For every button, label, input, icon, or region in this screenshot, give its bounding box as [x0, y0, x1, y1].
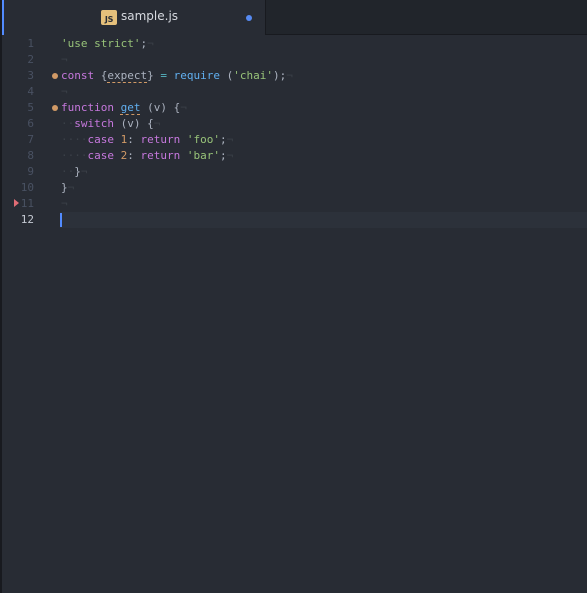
code-token: ( — [219, 69, 234, 82]
code-line[interactable]: 7 ····case 1: return 'foo';¬ — [2, 132, 587, 148]
code-text[interactable]: }¬ — [61, 180, 74, 196]
modified-indicator-icon[interactable] — [246, 15, 252, 21]
code-token: ); — [272, 69, 287, 82]
line-number[interactable]: 6 — [2, 116, 34, 132]
lint-warning-icon[interactable] — [52, 105, 58, 111]
code-line[interactable]: 1 'use strict';¬ — [2, 36, 587, 52]
code-token: } — [74, 165, 81, 178]
code-text[interactable]: 'use strict';¬ — [61, 36, 154, 52]
code-line[interactable]: 8 ····case 2: return 'bar';¬ — [2, 148, 587, 164]
code-text[interactable]: ··}¬ — [61, 164, 88, 180]
line-number[interactable]: 12 — [2, 212, 34, 228]
code-token: { — [94, 69, 108, 82]
code-token: = — [160, 69, 167, 82]
line-number[interactable]: 4 — [2, 84, 34, 100]
lint-warning-icon[interactable] — [52, 73, 58, 79]
code-token: ···· — [61, 133, 88, 146]
code-token: 'bar' — [186, 149, 220, 162]
code-token: ¬ — [67, 181, 75, 194]
code-text[interactable]: ····case 1: return 'foo';¬ — [61, 132, 233, 148]
error-arrow-icon[interactable] — [14, 199, 19, 207]
code-line[interactable]: 5 function get (v) {¬ — [2, 100, 587, 116]
cursor-line-highlight — [60, 212, 587, 228]
line-number[interactable]: 3 — [2, 68, 34, 84]
code-text[interactable]: ¬ — [61, 84, 68, 100]
code-token: ·· — [61, 117, 75, 130]
code-token: get — [120, 101, 141, 114]
code-token: : — [127, 133, 141, 146]
code-editor[interactable]: 1'use strict';¬ 2 ¬ 3 const {expect} = requi… — [2, 35, 587, 593]
tab-bar: JS sample.js — [2, 0, 587, 35]
code-line[interactable]: 6 ··switch (v) {¬ — [2, 116, 587, 132]
editor-window: JS sample.js 1'use strict';¬ 2 ¬ 3 const {ex… — [0, 0, 587, 593]
line-number[interactable]: 10 — [2, 180, 34, 196]
code-token: expect — [107, 69, 148, 82]
code-text[interactable]: function get (v) {¬ — [61, 100, 187, 116]
code-line[interactable]: 10}¬ — [2, 180, 587, 196]
code-token: ¬ — [61, 197, 68, 210]
code-token: ¬ — [180, 101, 187, 114]
code-token: (v) { — [114, 117, 154, 130]
code-text[interactable]: ····case 2: return 'bar';¬ — [61, 148, 233, 164]
code-token: switch — [74, 117, 114, 130]
code-token: 'chai' — [233, 69, 273, 82]
text-cursor — [60, 213, 62, 227]
code-token: } — [61, 181, 68, 194]
code-text[interactable]: ¬ — [61, 196, 68, 212]
code-line[interactable]: 2 ¬ — [2, 52, 587, 68]
code-token: 'foo' — [186, 133, 220, 146]
code-token: ¬ — [286, 69, 293, 82]
line-number[interactable]: 9 — [2, 164, 34, 180]
code-token: ; — [220, 149, 227, 162]
code-token: ¬ — [226, 133, 234, 146]
code-line[interactable]: 3 const {expect} = require ('chai');¬ — [2, 68, 587, 84]
code-line[interactable]: 11 ¬ — [2, 196, 587, 212]
code-token: ¬ — [153, 117, 161, 130]
line-number[interactable]: 5 — [2, 100, 34, 116]
code-token: ·· — [61, 165, 75, 178]
code-token: ¬ — [61, 85, 68, 98]
code-line[interactable]: 12 — [2, 199, 587, 228]
code-token: ···· — [61, 149, 88, 162]
javascript-file-icon: JS — [101, 10, 117, 25]
code-token: 'use strict' — [61, 37, 141, 50]
code-token: } — [147, 69, 161, 82]
tab-title: sample.js — [121, 9, 179, 23]
code-token: case — [87, 149, 115, 162]
code-token: ¬ — [226, 149, 234, 162]
code-token: const — [61, 69, 95, 82]
code-line[interactable]: 4 ¬ — [2, 84, 587, 100]
line-number[interactable]: 1 — [2, 36, 34, 52]
code-token: ¬ — [80, 165, 88, 178]
code-token: ¬ — [147, 37, 154, 50]
code-token: (v) { — [140, 101, 181, 114]
code-token: : — [127, 149, 141, 162]
code-token: ¬ — [61, 53, 68, 66]
line-number[interactable]: 2 — [2, 52, 34, 68]
code-token: case — [87, 133, 115, 146]
code-line[interactable]: 9 ··}¬ — [2, 164, 587, 180]
tab-sample-js[interactable]: JS sample.js — [2, 0, 266, 35]
line-number[interactable]: 8 — [2, 148, 34, 164]
code-token: require — [173, 69, 220, 82]
code-token: ; — [220, 133, 227, 146]
code-text[interactable]: const {expect} = require ('chai');¬ — [61, 68, 293, 84]
code-token: return — [140, 149, 181, 162]
code-text[interactable]: ¬ — [61, 52, 68, 68]
line-number[interactable]: 7 — [2, 132, 34, 148]
code-text[interactable]: ··switch (v) {¬ — [61, 116, 160, 132]
code-token: return — [140, 133, 181, 146]
code-token: function — [61, 101, 114, 114]
